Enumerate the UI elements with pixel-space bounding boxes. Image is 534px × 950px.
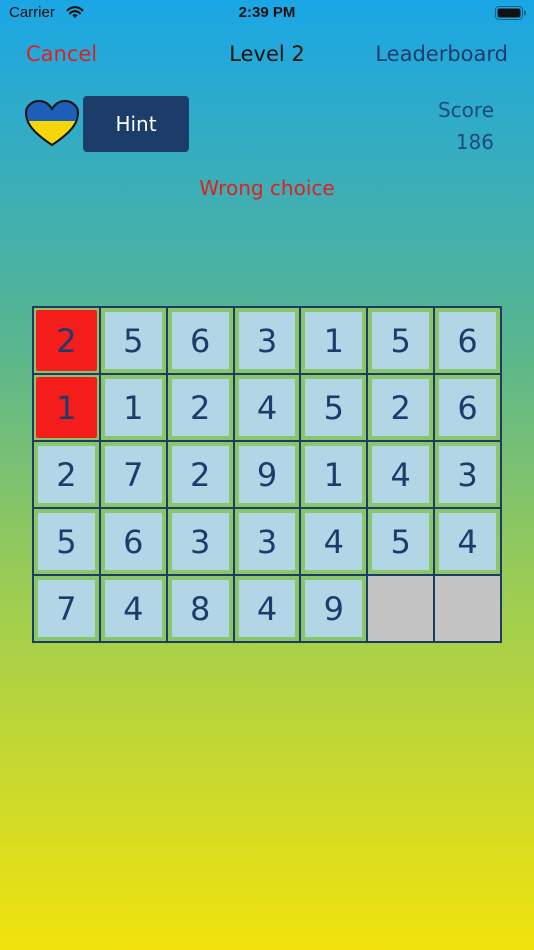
number-tile-selected[interactable]: 1 (36, 377, 97, 438)
grid-cell: 4 (368, 442, 434, 507)
number-tile[interactable]: 3 (437, 444, 498, 505)
number-tile[interactable]: 3 (236, 511, 298, 572)
number-tile-selected[interactable]: 2 (36, 310, 97, 371)
number-tile[interactable]: 9 (303, 578, 365, 639)
number-tile[interactable]: 1 (102, 377, 164, 438)
number-tile[interactable]: 4 (236, 377, 298, 438)
grid-cell: 4 (100, 576, 166, 641)
score-value: 186 (455, 130, 494, 154)
number-tile[interactable]: 4 (437, 511, 498, 572)
grid-cell-empty (368, 576, 434, 641)
grid-cell: 9 (301, 576, 367, 641)
grid-cell: 2 (167, 442, 233, 507)
grid-cell: 5 (34, 509, 99, 574)
heart-icon (25, 100, 79, 147)
grid-cell: 7 (34, 576, 99, 641)
grid-cell: 6 (435, 375, 500, 440)
grid-cell: 1 (301, 442, 367, 507)
leaderboard-button[interactable]: Leaderboard (375, 42, 508, 66)
number-tile[interactable]: 2 (169, 444, 231, 505)
number-tile[interactable]: 7 (102, 444, 164, 505)
grid-cell: 3 (167, 509, 233, 574)
grid-cell: 2 (368, 375, 434, 440)
grid-cell: 4 (301, 509, 367, 574)
number-tile[interactable]: 2 (169, 377, 231, 438)
status-time: 2:39 PM (238, 4, 296, 21)
number-tile[interactable]: 6 (437, 310, 498, 371)
grid-cell: 2 (34, 308, 99, 373)
grid-cell: 1 (301, 308, 367, 373)
number-tile[interactable]: 4 (303, 511, 365, 572)
number-tile[interactable]: 5 (102, 310, 164, 371)
number-tile[interactable]: 2 (370, 377, 432, 438)
grid-cell: 2 (167, 375, 233, 440)
grid-cell: 1 (100, 375, 166, 440)
score-label: Score (437, 98, 494, 122)
number-tile[interactable]: 4 (236, 578, 298, 639)
number-grid: 256315611245262729143563345474849 (32, 306, 502, 643)
grid-cell: 2 (34, 442, 99, 507)
battery-icon (495, 6, 526, 20)
number-tile[interactable]: 5 (370, 511, 432, 572)
grid-cell: 7 (100, 442, 166, 507)
number-tile[interactable]: 7 (36, 578, 97, 639)
number-tile[interactable]: 1 (303, 444, 365, 505)
grid-cell: 5 (301, 375, 367, 440)
number-tile[interactable]: 5 (303, 377, 365, 438)
grid-cell: 3 (435, 442, 500, 507)
status-bar: Carrier 2:39 PM (0, 0, 534, 28)
grid-cell: 4 (234, 576, 300, 641)
number-tile[interactable]: 6 (102, 511, 164, 572)
grid-cell: 3 (234, 509, 300, 574)
number-tile[interactable]: 3 (169, 511, 231, 572)
grid-cell: 5 (368, 509, 434, 574)
grid-cell: 6 (167, 308, 233, 373)
number-tile[interactable]: 4 (102, 578, 164, 639)
number-tile[interactable]: 2 (36, 444, 97, 505)
number-tile[interactable]: 6 (437, 377, 498, 438)
grid-cell: 9 (234, 442, 300, 507)
grid-cell: 5 (368, 308, 434, 373)
grid-cell: 4 (435, 509, 500, 574)
grid-cell: 6 (435, 308, 500, 373)
number-tile[interactable]: 9 (236, 444, 298, 505)
grid-cell-empty (435, 576, 500, 641)
grid-cell: 3 (234, 308, 300, 373)
number-tile[interactable]: 6 (169, 310, 231, 371)
grid-cell: 5 (100, 308, 166, 373)
grid-cell: 1 (34, 375, 99, 440)
grid-cell: 6 (100, 509, 166, 574)
number-tile[interactable]: 8 (169, 578, 231, 639)
number-tile[interactable]: 1 (303, 310, 365, 371)
number-tile[interactable]: 4 (370, 444, 432, 505)
number-tile[interactable]: 5 (370, 310, 432, 371)
status-message: Wrong choice (199, 176, 335, 200)
number-tile[interactable]: 5 (36, 511, 97, 572)
number-tile[interactable]: 3 (236, 310, 298, 371)
grid-cell: 4 (234, 375, 300, 440)
hint-button[interactable]: Hint (83, 96, 189, 152)
grid-cell: 8 (167, 576, 233, 641)
